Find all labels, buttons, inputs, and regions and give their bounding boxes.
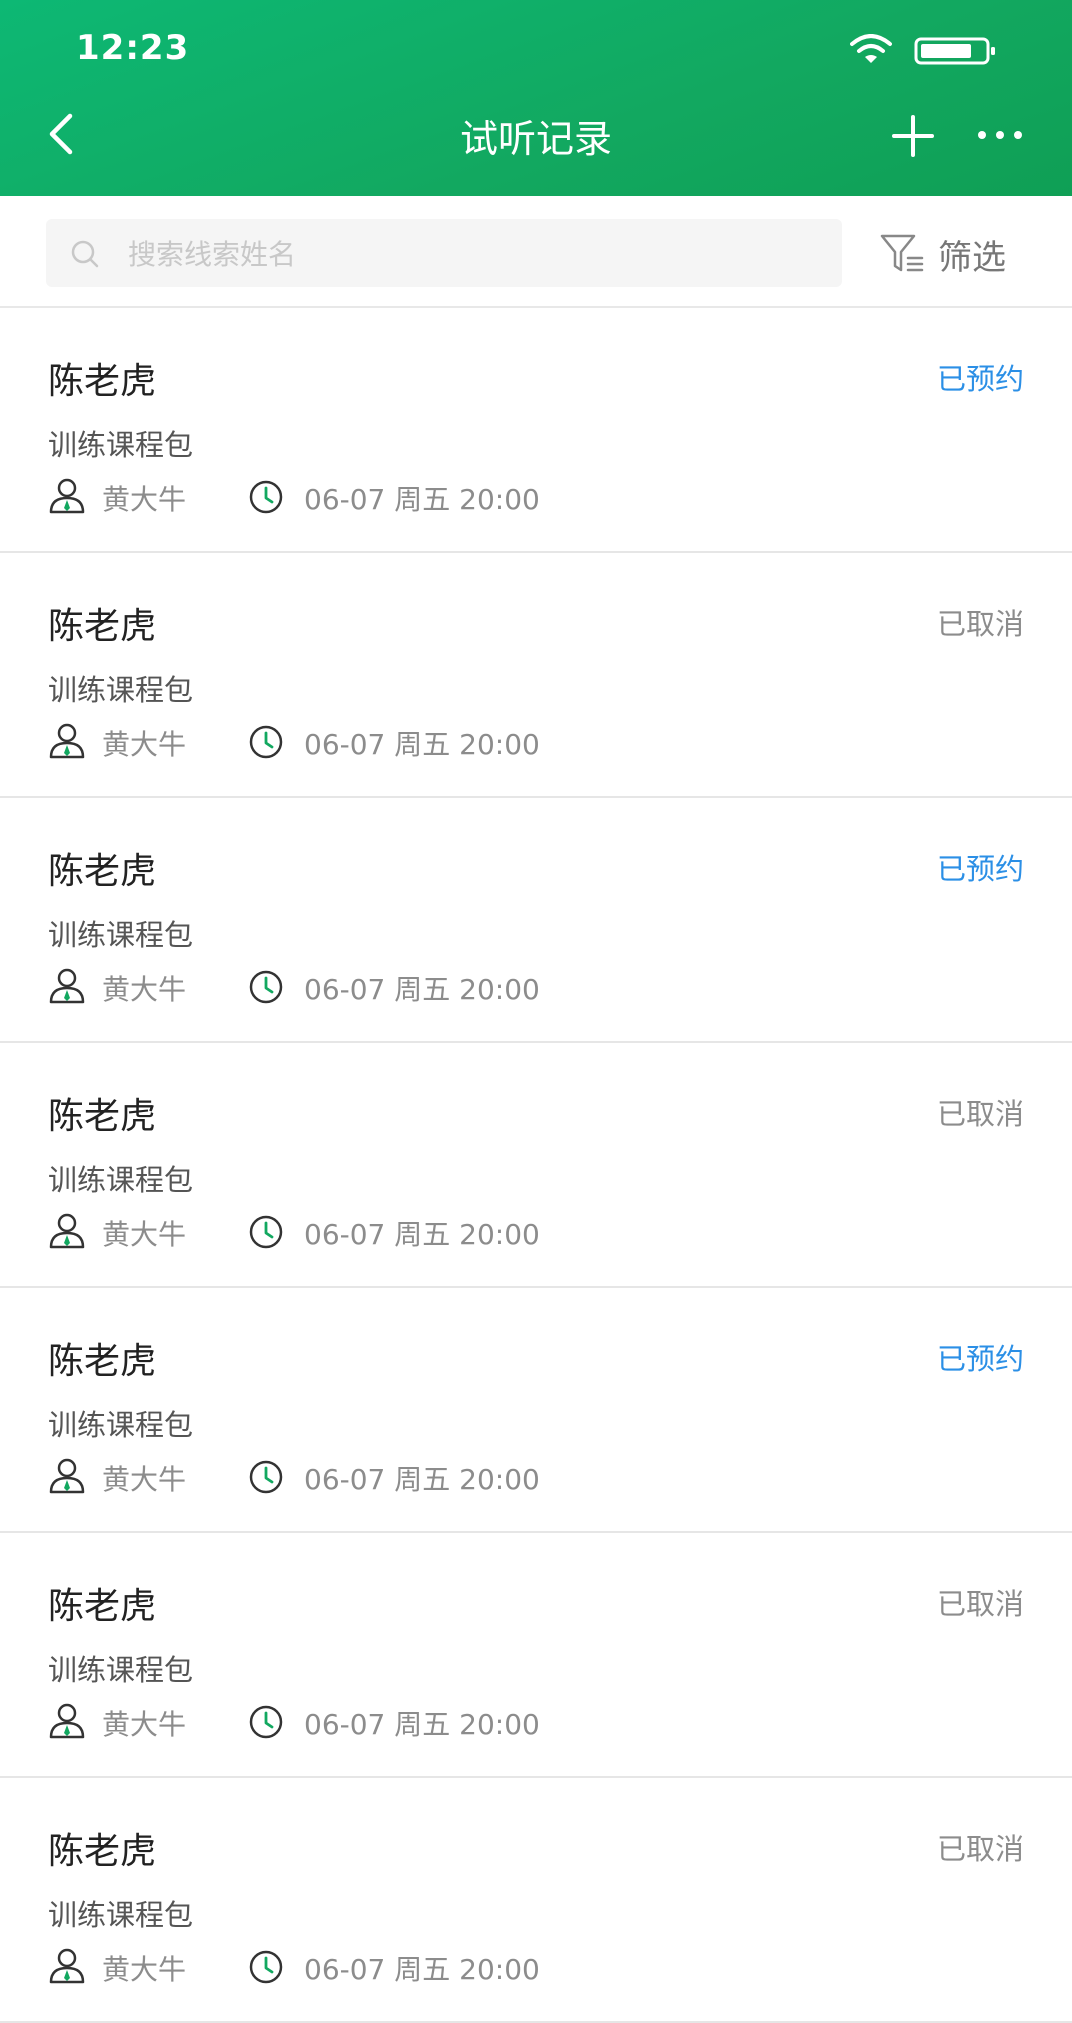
list-item[interactable]: 陈老虎 已取消 训练课程包 黄大牛 06-07 周五 20:00 xyxy=(0,1778,1072,2023)
filter-label: 筛选 xyxy=(938,238,1006,278)
record-name: 陈老虎 xyxy=(48,1831,157,1872)
teacher-name: 黄大牛 xyxy=(102,1953,187,1986)
filter-icon xyxy=(880,234,924,272)
clock-icon xyxy=(249,480,283,514)
search-bar: 筛选 xyxy=(0,196,1072,308)
record-list: 陈老虎 已预约 训练课程包 黄大牛 06-07 周五 20:00 陈老虎 已取消… xyxy=(0,308,1072,2023)
record-course: 训练课程包 xyxy=(48,1653,194,1687)
status-badge: 已预约 xyxy=(936,362,1024,396)
list-item[interactable]: 陈老虎 已取消 训练课程包 黄大牛 06-07 周五 20:00 xyxy=(0,1533,1072,1778)
wifi-icon xyxy=(850,34,892,63)
search-icon xyxy=(71,240,99,268)
clock-icon xyxy=(249,1950,283,1984)
list-item[interactable]: 陈老虎 已预约 训练课程包 黄大牛 06-07 周五 20:00 xyxy=(0,798,1072,1043)
teacher-name: 黄大牛 xyxy=(102,1218,187,1251)
record-meta: 黄大牛 06-07 周五 20:00 xyxy=(48,1213,948,1251)
record-course: 训练课程包 xyxy=(48,1163,194,1197)
person-icon xyxy=(49,1213,85,1249)
record-course: 训练课程包 xyxy=(48,428,194,462)
list-item[interactable]: 陈老虎 已预约 训练课程包 黄大牛 06-07 周五 20:00 xyxy=(0,308,1072,553)
record-course: 训练课程包 xyxy=(48,673,194,707)
trial-time: 06-07 周五 20:00 xyxy=(304,1463,540,1496)
search-input[interactable] xyxy=(126,219,830,289)
list-item[interactable]: 陈老虎 已取消 训练课程包 黄大牛 06-07 周五 20:00 xyxy=(0,553,1072,798)
list-item[interactable]: 陈老虎 已取消 训练课程包 黄大牛 06-07 周五 20:00 xyxy=(0,1043,1072,1288)
list-item[interactable]: 陈老虎 已预约 训练课程包 黄大牛 06-07 周五 20:00 xyxy=(0,1288,1072,1533)
record-name: 陈老虎 xyxy=(48,1096,157,1137)
trial-time: 06-07 周五 20:00 xyxy=(304,1953,540,1986)
record-name: 陈老虎 xyxy=(48,851,157,892)
teacher-name: 黄大牛 xyxy=(102,973,187,1006)
app-header: 12:23 试听记录 xyxy=(0,0,1072,196)
clock-icon xyxy=(249,970,283,1004)
trial-time: 06-07 周五 20:00 xyxy=(304,1708,540,1741)
status-badge: 已取消 xyxy=(936,1097,1024,1131)
trial-time: 06-07 周五 20:00 xyxy=(304,1218,540,1251)
person-icon xyxy=(49,1948,85,1984)
add-icon[interactable] xyxy=(890,113,936,159)
person-icon xyxy=(49,478,85,514)
record-course: 训练课程包 xyxy=(48,1898,194,1932)
trial-time: 06-07 周五 20:00 xyxy=(304,483,540,516)
teacher-name: 黄大牛 xyxy=(102,728,187,761)
record-meta: 黄大牛 06-07 周五 20:00 xyxy=(48,478,948,516)
clock-icon xyxy=(249,725,283,759)
status-badge: 已预约 xyxy=(936,1342,1024,1376)
record-meta: 黄大牛 06-07 周五 20:00 xyxy=(48,1948,948,1986)
status-badge: 已取消 xyxy=(936,1832,1024,1866)
record-meta: 黄大牛 06-07 周五 20:00 xyxy=(48,723,948,761)
record-name: 陈老虎 xyxy=(48,361,157,402)
trial-time: 06-07 周五 20:00 xyxy=(304,973,540,1006)
status-badge: 已预约 xyxy=(936,852,1024,886)
clock-icon xyxy=(249,1705,283,1739)
battery-icon xyxy=(914,37,995,65)
teacher-name: 黄大牛 xyxy=(102,1463,187,1496)
more-icon[interactable] xyxy=(976,124,1024,146)
record-meta: 黄大牛 06-07 周五 20:00 xyxy=(48,1703,948,1741)
status-bar-time: 12:23 xyxy=(76,28,190,68)
record-course: 训练课程包 xyxy=(48,1408,194,1442)
teacher-name: 黄大牛 xyxy=(102,483,187,516)
record-course: 训练课程包 xyxy=(48,918,194,952)
person-icon xyxy=(49,723,85,759)
clock-icon xyxy=(249,1460,283,1494)
record-name: 陈老虎 xyxy=(48,1341,157,1382)
record-meta: 黄大牛 06-07 周五 20:00 xyxy=(48,1458,948,1496)
trial-time: 06-07 周五 20:00 xyxy=(304,728,540,761)
status-badge: 已取消 xyxy=(936,1587,1024,1621)
record-meta: 黄大牛 06-07 周五 20:00 xyxy=(48,968,948,1006)
record-name: 陈老虎 xyxy=(48,1586,157,1627)
search-box[interactable] xyxy=(46,219,842,289)
person-icon xyxy=(49,1703,85,1739)
record-name: 陈老虎 xyxy=(48,606,157,647)
person-icon xyxy=(49,1458,85,1494)
teacher-name: 黄大牛 xyxy=(102,1708,187,1741)
person-icon xyxy=(49,968,85,1004)
clock-icon xyxy=(249,1215,283,1249)
status-badge: 已取消 xyxy=(936,607,1024,641)
